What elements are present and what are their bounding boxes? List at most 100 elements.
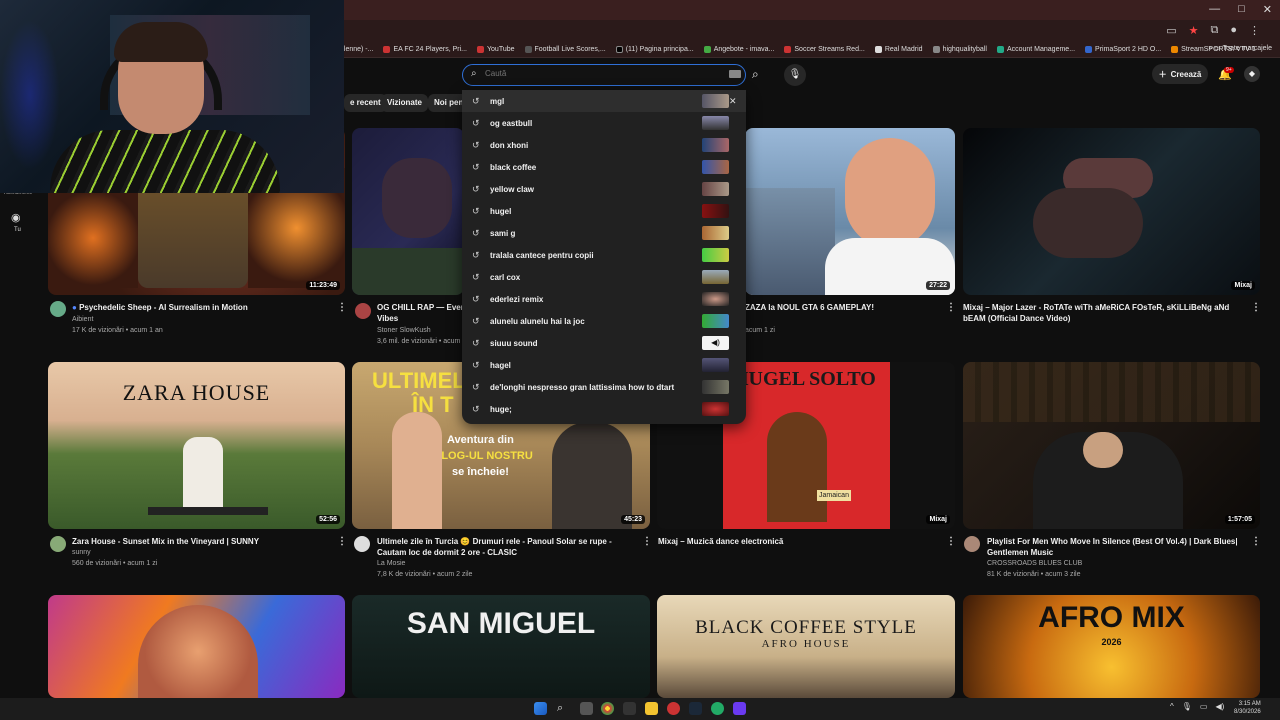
chevron-up-icon[interactable]: ^ [1170,702,1174,711]
more-options-icon[interactable]: ⋮ [1251,536,1261,547]
suggestion-item[interactable]: ↺ de'longhi nespresso gran lattissima how… [462,376,746,398]
create-button[interactable]: ＋ Creează [1152,64,1208,84]
app-icon[interactable] [623,702,636,715]
all-bookmarks[interactable]: » ▭ Toate marcajele [1208,44,1272,52]
windows-start-icon[interactable] [534,702,547,715]
microphone-icon[interactable]: 🎙 [1182,702,1192,711]
more-options-icon[interactable]: ⋮ [642,536,652,547]
extensions-icon[interactable]: ⧉ [1210,24,1218,37]
video-duration: 1:57:05 [1224,515,1255,524]
bookmark[interactable]: Football Live Scores,... [524,46,606,53]
suggestion-thumbnail [702,358,729,372]
channel-avatar[interactable] [355,303,371,319]
suggestion-thumbnail [702,226,729,240]
video-thumbnail[interactable]: Mixaj [963,128,1260,295]
suggestion-item[interactable]: ↺ sami g [462,222,746,244]
app-icon[interactable] [667,702,680,715]
maximize-icon[interactable]: □ [1238,3,1245,16]
suggestion-item[interactable]: ↺ hugel [462,200,746,222]
more-options-icon[interactable]: ⋮ [337,536,347,547]
steam-icon[interactable] [689,702,702,715]
suggestion-item[interactable]: ↺ yellow claw [462,178,746,200]
more-options-icon[interactable]: ⋮ [946,536,956,547]
bookmark[interactable]: YouTube [477,46,515,53]
chip-watched[interactable]: Vizionate [381,94,428,112]
history-icon: ↺ [472,315,480,326]
channel-name[interactable]: La Mosie [377,558,405,569]
profile-icon[interactable]: ● [1230,24,1237,37]
channel-avatar[interactable] [50,536,66,552]
app-icon[interactable] [711,702,724,715]
video-thumbnail[interactable]: 27:22 [745,128,955,295]
suggestion-item[interactable]: ↺ tralala cantece pentru copii [462,244,746,266]
more-options-icon[interactable]: ⋮ [337,302,347,313]
video-thumbnail[interactable]: ZARA HOUSE 52:56 [48,362,345,529]
remove-suggestion-icon[interactable]: ✕ [729,96,737,107]
video-thumbnail[interactable]: SAN MIGUEL [352,595,650,698]
channel-avatar[interactable] [964,536,980,552]
channel-avatar[interactable] [50,301,66,317]
cast-icon[interactable]: ▭ [1166,24,1176,37]
bookmark[interactable]: EA FC 24 Players, Pri... [383,46,467,53]
network-icon[interactable]: ▭ [1200,702,1208,711]
video-title[interactable]: ZAZA la NOUL GTA 6 GAMEPLAY! [745,302,935,313]
history-icon: ↺ [472,293,480,304]
task-view-icon[interactable] [580,702,593,715]
video-title[interactable]: Mixaj – Major Lazer - RoTATe wiTh aMeRiC… [963,302,1243,324]
suggestion-item[interactable]: ↺ black coffee [462,156,746,178]
video-thumbnail[interactable] [48,595,345,698]
video-thumbnail[interactable]: BLACK COFFEE STYLE AFRO HOUSE [657,595,955,698]
search-taskbar-icon[interactable]: ⌕ [557,702,570,715]
taskbar-clock[interactable]: 3:15 AM 8/30/2026 [1234,700,1261,716]
file-explorer-icon[interactable] [645,702,658,715]
app-icon[interactable] [733,702,746,715]
bookmark[interactable]: PrimaSport 2 HD O... [1085,46,1161,53]
video-thumbnail[interactable] [352,128,464,295]
account-avatar[interactable]: ◆ [1244,66,1260,82]
bookmark[interactable]: (11) Pagina principa... [615,46,694,53]
suggestion-item[interactable]: ↺ hagel [462,354,746,376]
video-title[interactable]: ● Psychedelic Sheep - AI Surrealism in M… [72,302,332,313]
sidebar-you[interactable]: Tu [14,227,21,233]
suggestion-item[interactable]: ↺ huge; [462,398,746,420]
suggestion-item[interactable]: ↺ carl cox [462,266,746,288]
video-thumbnail[interactable]: AFRO MIX 2026 [963,595,1260,698]
close-icon[interactable]: ✕ [1263,3,1272,16]
suggestion-item[interactable]: ↺ mgl [462,90,746,112]
menu-icon[interactable]: ⋮ [1249,24,1260,37]
suggestion-item[interactable]: ↺ siuuu sound ◀) [462,332,746,354]
channel-name[interactable]: CROSSROADS BLUES CLUB [987,558,1082,569]
search-input[interactable] [485,69,705,78]
video-title[interactable]: Zara House - Sunset Mix in the Vineyard … [72,536,332,547]
minimize-icon[interactable]: — [1209,3,1220,16]
bookmark[interactable]: Soccer Streams Red... [784,46,865,53]
user-icon[interactable]: ◉ [11,211,21,224]
volume-icon[interactable]: ◀) [1215,702,1224,711]
more-options-icon[interactable]: ⋮ [1251,302,1261,313]
microphone-icon[interactable]: 🎙 [784,64,806,86]
video-title[interactable]: Ultimele zile în Turcia 😊 Drumuri rele -… [377,536,637,558]
bookmark[interactable]: Account Manageme... [996,46,1075,53]
video-title[interactable]: Mixaj – Muzică dance electronică [658,536,928,547]
video-thumbnail[interactable]: 1:57:05 [963,362,1260,529]
more-options-icon[interactable]: ⋮ [946,302,956,313]
suggestion-item[interactable]: ↺ ederlezi remix [462,288,746,310]
keyboard-icon[interactable] [729,70,741,78]
channel-name[interactable]: sunny [72,547,91,558]
suggestion-item[interactable]: ↺ og eastbull [462,112,746,134]
video-title[interactable]: Playlist For Men Who Move In Silence (Be… [987,536,1242,558]
channel-name[interactable]: Stoner SlowKush [377,325,431,336]
video-title[interactable]: OG CHILL RAP — Everyo [377,302,463,313]
channel-avatar[interactable] [354,536,370,552]
bookmark[interactable]: Real Madrid [874,46,923,53]
bookmark-favicon-icon [874,46,882,53]
bookmark[interactable]: highqualityball [932,46,987,53]
chrome-icon[interactable] [601,702,614,715]
star-icon[interactable]: ★ [1189,24,1199,37]
suggestion-item[interactable]: ↺ don xhoni [462,134,746,156]
suggestion-item[interactable]: ↺ alunelu alunelu hai la joc [462,310,746,332]
search-button[interactable]: ⌕ [752,67,759,82]
bookmark[interactable]: elenne) -... [340,46,373,53]
channel-name[interactable]: Aibient [72,314,93,325]
bookmark[interactable]: Angebote - imava... [703,46,774,53]
